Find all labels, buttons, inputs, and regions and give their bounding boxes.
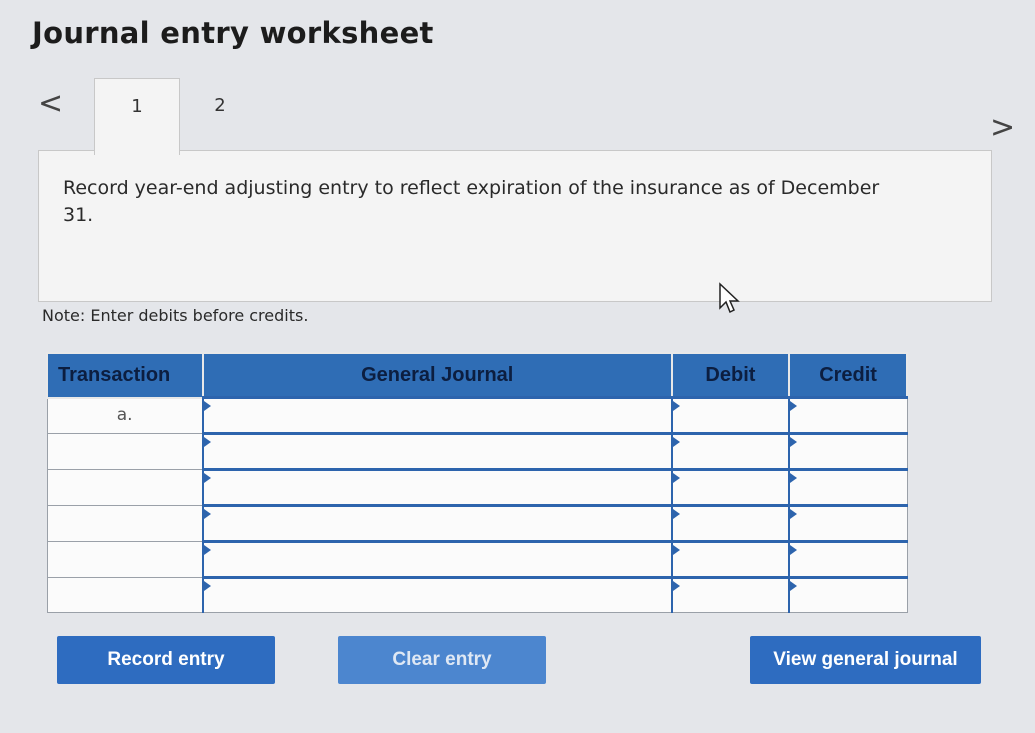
debit-input[interactable] <box>670 540 790 578</box>
clear-entry-button[interactable]: Clear entry <box>338 636 546 684</box>
transaction-cell <box>46 433 204 470</box>
credit-input[interactable] <box>788 396 908 434</box>
row-marker-icon <box>672 437 680 447</box>
tab-2[interactable]: 2 <box>180 78 260 150</box>
row-marker-icon <box>790 401 798 411</box>
debit-input[interactable] <box>670 504 790 542</box>
row-marker-icon <box>203 509 211 519</box>
table-row: a. <box>46 396 908 434</box>
table-row <box>46 576 908 613</box>
table-row <box>46 540 908 578</box>
debit-input[interactable] <box>670 432 790 470</box>
row-marker-icon <box>790 545 798 555</box>
row-marker-icon <box>790 581 798 591</box>
page-title: Journal entry worksheet <box>32 16 434 50</box>
header-debit: Debit <box>670 352 791 399</box>
row-marker-icon <box>672 473 680 483</box>
table-row <box>46 468 908 506</box>
row-marker-icon <box>790 473 798 483</box>
account-input[interactable] <box>201 396 673 434</box>
record-entry-button[interactable]: Record entry <box>57 636 275 684</box>
table-row <box>46 504 908 542</box>
instruction-panel: Record year-end adjusting entry to refle… <box>38 150 992 302</box>
transaction-cell <box>46 541 204 578</box>
debit-input[interactable] <box>670 468 790 506</box>
view-general-journal-button[interactable]: View general journal <box>750 636 981 684</box>
credit-input[interactable] <box>788 504 908 542</box>
next-arrow-icon[interactable]: > <box>990 110 1015 145</box>
credit-input[interactable] <box>788 468 908 506</box>
row-marker-icon <box>203 437 211 447</box>
instruction-text: Record year-end adjusting entry to refle… <box>63 177 880 226</box>
transaction-cell <box>46 577 204 613</box>
debit-input[interactable] <box>670 396 790 434</box>
account-input[interactable] <box>201 576 673 613</box>
row-marker-icon <box>672 509 680 519</box>
row-marker-icon <box>203 473 211 483</box>
header-general-journal: General Journal <box>201 352 673 399</box>
transaction-cell: a. <box>46 397 204 434</box>
previous-arrow-icon[interactable]: < <box>38 86 63 121</box>
table-row <box>46 432 908 470</box>
account-input[interactable] <box>201 540 673 578</box>
debit-input[interactable] <box>670 576 790 613</box>
row-marker-icon <box>672 545 680 555</box>
row-marker-icon <box>790 509 798 519</box>
header-transaction: Transaction <box>46 352 204 399</box>
row-marker-icon <box>203 401 211 411</box>
account-input[interactable] <box>201 504 673 542</box>
credit-input[interactable] <box>788 576 908 613</box>
account-input[interactable] <box>201 468 673 506</box>
header-credit: Credit <box>788 352 908 399</box>
row-marker-icon <box>790 437 798 447</box>
journal-table: Transaction General Journal Debit Credit… <box>46 352 908 613</box>
row-marker-icon <box>203 581 211 591</box>
credit-input[interactable] <box>788 540 908 578</box>
row-marker-icon <box>203 545 211 555</box>
tab-1[interactable]: 1 <box>94 78 180 155</box>
row-marker-icon <box>672 401 680 411</box>
transaction-cell <box>46 505 204 542</box>
mouse-pointer-icon <box>719 282 740 314</box>
row-marker-icon <box>672 581 680 591</box>
transaction-cell <box>46 469 204 506</box>
credit-input[interactable] <box>788 432 908 470</box>
account-input[interactable] <box>201 432 673 470</box>
note-text: Note: Enter debits before credits. <box>42 306 309 325</box>
